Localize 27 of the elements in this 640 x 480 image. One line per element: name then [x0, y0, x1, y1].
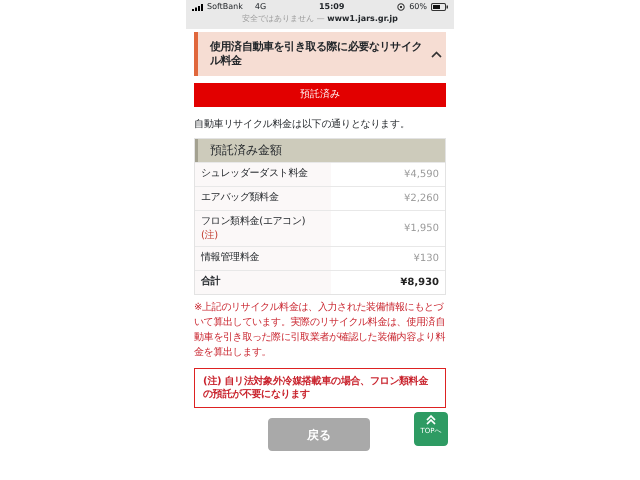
- table-cell: エアバッグ類料金: [195, 187, 331, 210]
- carrier-name: SoftBank: [207, 1, 243, 13]
- table-cell-text: ¥1,950: [403, 222, 440, 236]
- chevron-icon[interactable]: [431, 50, 442, 58]
- table-header: 預託済み金額: [195, 139, 445, 162]
- notice-text: ※上記のリサイクル料金は、入力された装備情報にもとづいて算出しています。実際のリサイクル料金は、使用済自動車を引き取った際に引取業者が確認した装備内容より料金を算出します。: [194, 300, 446, 360]
- clock-time: 15:09: [318, 1, 344, 13]
- section-title: 使用済自動車を引き取る際に必要なリサイクル料金: [210, 40, 424, 68]
- warning-box: (注) 自リ法対象外冷媒搭載車の場合、フロン類料金の預託が不要になります: [194, 368, 446, 408]
- battery-icon: [431, 3, 448, 11]
- table-cell: シュレッダーダスト料金: [195, 163, 331, 186]
- address-bar[interactable]: 安全ではありません — www1.jars.gr.jp: [242, 14, 398, 23]
- table-cell-text: ¥2,260: [403, 192, 440, 206]
- table-cell-text: ¥4,590: [403, 168, 440, 182]
- table-cell: 合計: [195, 271, 331, 294]
- table-cell-text: ¥8,930: [399, 276, 440, 290]
- intro-text: 自動車リサイクル料金は以下の通りとなります。: [194, 118, 411, 132]
- table-cell: フロン類料金(エアコン) (注): [195, 211, 331, 246]
- table-cell-text: ¥130: [412, 252, 440, 266]
- network-type: 4G: [254, 1, 266, 13]
- table-cell: 情報管理料金: [195, 247, 331, 270]
- double-chevron-up-icon: [425, 414, 437, 426]
- orientation-lock-icon: [397, 3, 406, 11]
- battery-percent: 60%: [409, 1, 427, 13]
- signal-icon: [192, 4, 203, 10]
- section-header[interactable]: 使用済自動車を引き取る際に必要なリサイクル料金: [194, 32, 446, 76]
- status-banner: 預託済み: [194, 83, 446, 107]
